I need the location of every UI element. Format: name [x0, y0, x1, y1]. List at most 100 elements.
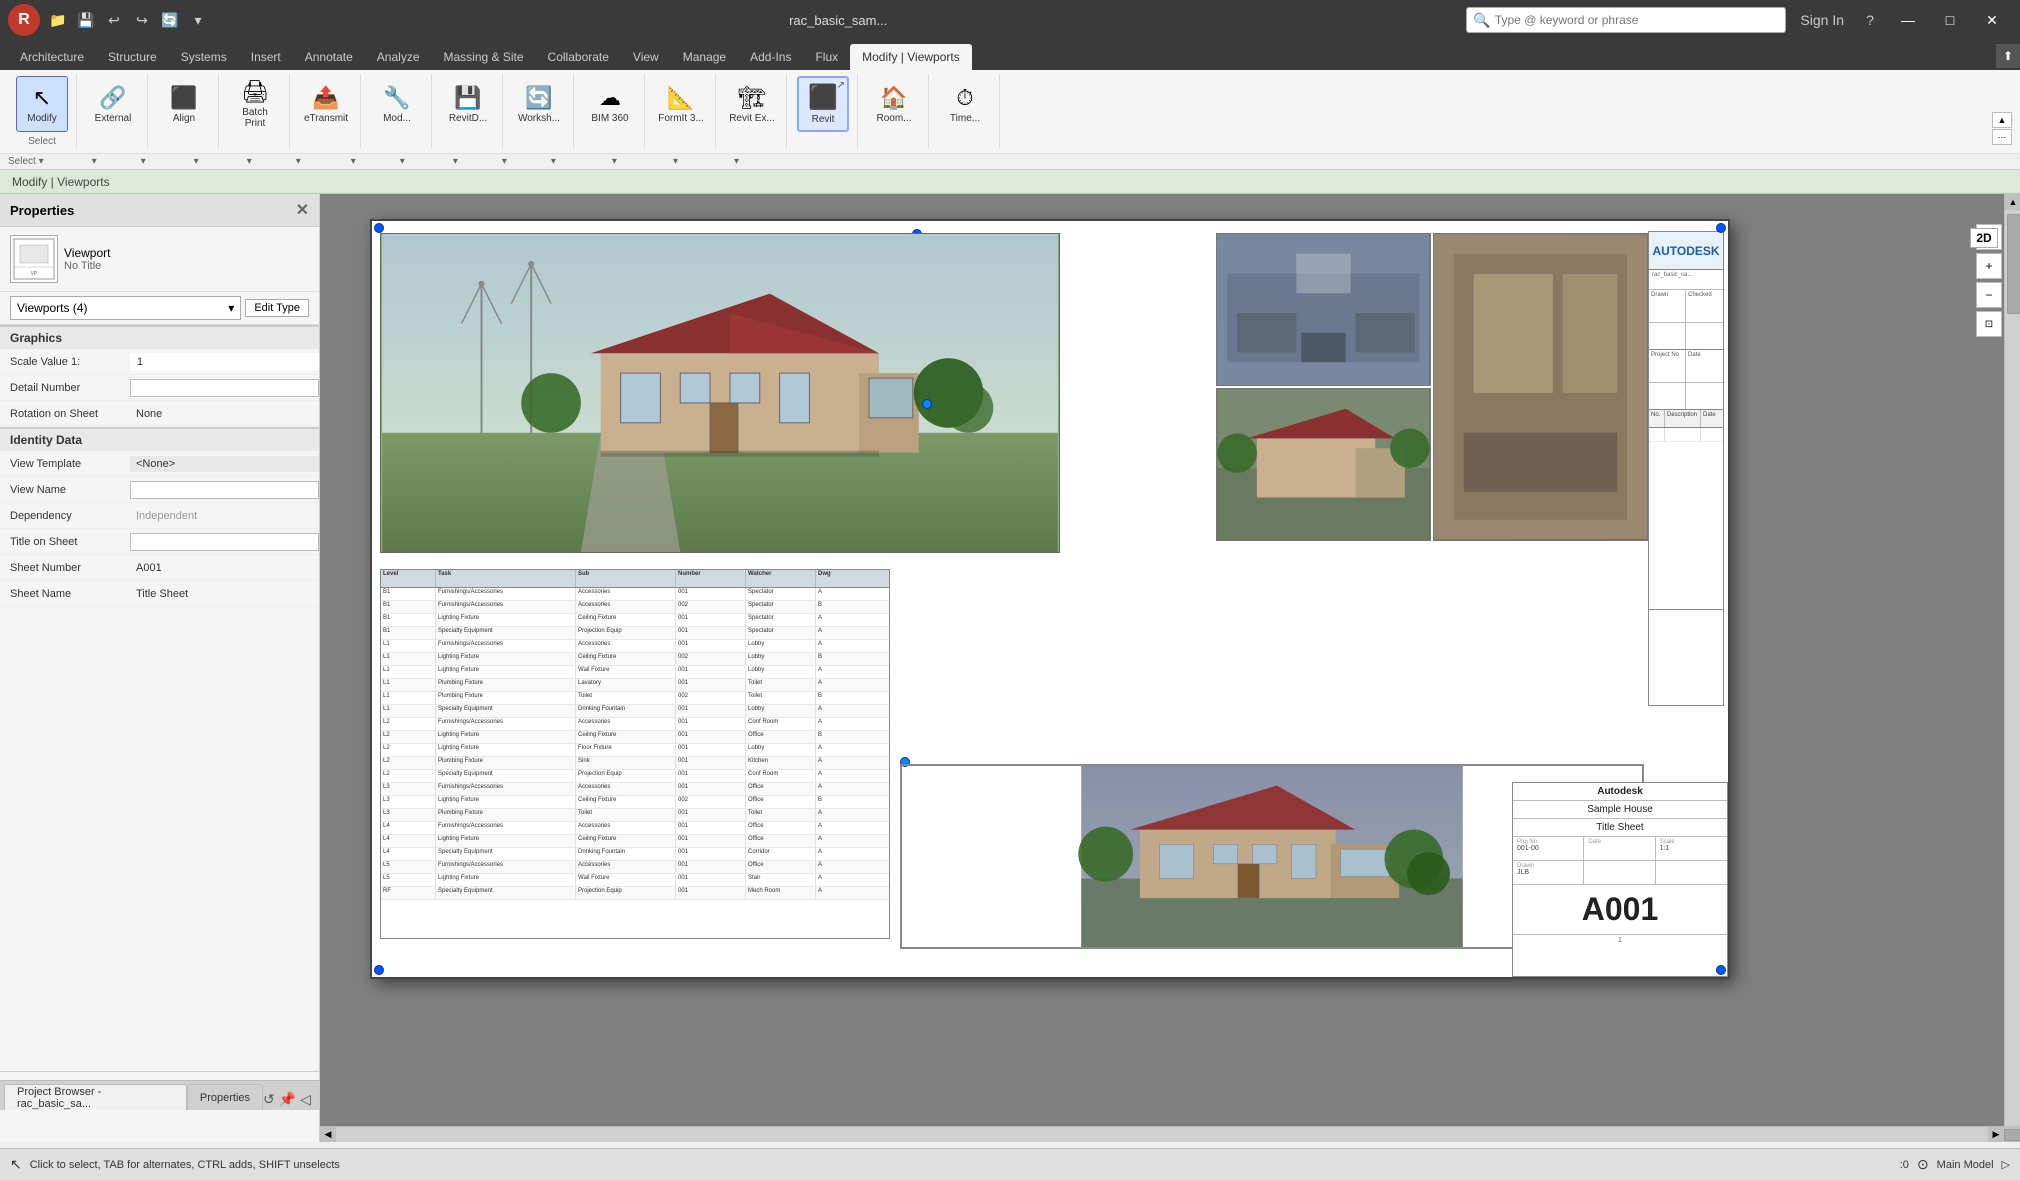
prop-value-view-name[interactable] — [130, 481, 319, 499]
zoom-out-btn[interactable]: − — [1976, 282, 2002, 308]
tab-structure[interactable]: Structure — [96, 44, 169, 70]
table-cell: 001 — [676, 666, 746, 678]
tab-properties-bottom[interactable]: Properties — [187, 1084, 263, 1110]
minimize-button[interactable]: — — [1888, 5, 1928, 35]
nav-arrow-right[interactable]: ▷ — [2002, 1158, 2010, 1171]
ribbon-btn-revitex[interactable]: 🏗 Revit Ex... — [726, 76, 778, 132]
qa-open[interactable]: 📁 — [46, 8, 70, 32]
scroll-left-btn[interactable]: ◀ — [320, 1127, 336, 1143]
zoom-in-btn[interactable]: + — [1976, 253, 2002, 279]
table-cell: Kitchen — [746, 757, 816, 769]
prop-value-detail-number[interactable] — [130, 379, 319, 397]
handle-bottom-right[interactable] — [1716, 965, 1726, 975]
scroll-up-btn[interactable]: ▲ — [2005, 194, 2020, 210]
tab-flux[interactable]: Flux — [803, 44, 850, 70]
table-cell: Furnishings/Accessories — [436, 588, 576, 600]
vertical-scrollbar-thumb[interactable] — [2007, 214, 2020, 314]
dd7[interactable]: ▾ — [400, 156, 405, 167]
scroll-right-btn[interactable]: ▶ — [1988, 1127, 2004, 1143]
ribbon-btn-external[interactable]: 🔗 External — [87, 76, 139, 132]
dd9[interactable]: ▾ — [502, 156, 507, 167]
prop-row-detail-number: Detail Number — [0, 375, 319, 401]
qa-sync[interactable]: 🔄 — [158, 8, 182, 32]
ribbon-btn-align[interactable]: ⬛ Align — [158, 76, 210, 132]
dd5[interactable]: ▾ — [296, 156, 301, 167]
ribbon-btn-modify[interactable]: ↖ Modify — [16, 76, 68, 132]
prop-value-view-template[interactable]: <None> — [130, 456, 319, 472]
search-input[interactable] — [1495, 13, 1735, 27]
tab-manage[interactable]: Manage — [671, 44, 738, 70]
zoom-fit-btn[interactable]: ⊡ — [1976, 311, 2002, 337]
ribbon-btn-time[interactable]: ⏱ Time... — [939, 76, 991, 132]
dd4[interactable]: ▾ — [247, 156, 252, 167]
tab-project-browser[interactable]: Project Browser - rac_basic_sa... — [4, 1084, 187, 1110]
handle-top-left[interactable] — [374, 223, 384, 233]
table-cell: Projection Equip — [576, 770, 676, 782]
qa-redo[interactable]: ↪ — [130, 8, 154, 32]
tab-collaborate[interactable]: Collaborate — [536, 44, 621, 70]
ribbon-options-btn[interactable]: ⋯ — [1992, 129, 2012, 145]
prop-value-scale[interactable]: 1 — [130, 353, 319, 371]
dd2[interactable]: ▾ — [141, 156, 146, 167]
pin-icon[interactable]: 📌 — [279, 1091, 296, 1108]
tab-analyze[interactable]: Analyze — [365, 44, 432, 70]
tab-massing[interactable]: Massing & Site — [432, 44, 536, 70]
table-cell: Spectator — [746, 614, 816, 626]
ribbon-btn-room[interactable]: 🏠 Room... — [868, 76, 920, 132]
handle-bottom-left[interactable] — [374, 965, 384, 975]
ribbon-expand-btn[interactable]: ⬆ — [1996, 44, 2020, 68]
ribbon-btn-mod[interactable]: 🔧 Mod... — [371, 76, 423, 132]
table-row: L4Specialty EquipmentDrinking Fountain00… — [381, 848, 889, 861]
tab-view[interactable]: View — [621, 44, 671, 70]
dd8[interactable]: ▾ — [453, 156, 458, 167]
qa-save[interactable]: 💾 — [74, 8, 98, 32]
ribbon-btn-etransmit[interactable]: 📤 eTransmit — [300, 76, 352, 132]
horizontal-scrollbar[interactable]: ◀ ▶ — [320, 1126, 2004, 1142]
selection-handle-mid[interactable] — [922, 399, 932, 409]
dd6[interactable]: ▾ — [351, 156, 356, 167]
horizontal-scrollbar-thumb[interactable] — [2004, 1129, 2020, 1141]
ribbon-btn-formit[interactable]: 📐 FormIt 3... — [655, 76, 707, 132]
mode-text: Modify | Viewports — [12, 175, 110, 189]
search-options-icon[interactable]: ⋯ — [1739, 13, 1751, 27]
sign-in-button[interactable]: Sign In — [1792, 8, 1852, 32]
dd11[interactable]: ▾ — [612, 156, 617, 167]
close-button[interactable]: ✕ — [1972, 5, 2012, 35]
tab-systems[interactable]: Systems — [169, 44, 239, 70]
ribbon-btn-bim360[interactable]: ☁ BIM 360 — [584, 76, 636, 132]
table-cell: 002 — [676, 601, 746, 613]
maximize-button[interactable]: □ — [1930, 5, 1970, 35]
tab-insert[interactable]: Insert — [239, 44, 293, 70]
tab-annotate[interactable]: Annotate — [293, 44, 365, 70]
table-row: B1Lighting FixtureCeiling Fixture001Spec… — [381, 614, 889, 627]
type-select-dropdown[interactable]: Viewports (4) ▾ — [10, 296, 241, 320]
tab-modify-viewports[interactable]: Modify | Viewports — [850, 44, 972, 70]
table-row: L2Lighting FixtureFloor Fixture001LobbyA — [381, 744, 889, 757]
refresh-icon[interactable]: ↺ — [263, 1091, 275, 1108]
nav-left-arrow[interactable]: ◁ — [300, 1091, 311, 1108]
canvas-area[interactable]: Autodesk® Revit® Basic Sample Project — [320, 194, 2020, 1142]
ribbon-btn-batch-print[interactable]: 🖨 Batch Print — [229, 76, 281, 132]
qa-undo[interactable]: ↩ — [102, 8, 126, 32]
prop-row-title-on-sheet: Title on Sheet — [0, 529, 319, 555]
select-dropdown-arrow[interactable]: Select ▾ — [8, 156, 44, 167]
qa-more[interactable]: ▾ — [186, 8, 210, 32]
edit-type-button[interactable]: Edit Type — [245, 299, 309, 317]
ribbon-btn-worksh[interactable]: 🔄 Worksh... — [513, 76, 565, 132]
help-button[interactable]: ? — [1858, 8, 1882, 32]
ribbon-btn-revitd[interactable]: 💾 RevitD... — [442, 76, 494, 132]
prop-value-title-on-sheet[interactable] — [130, 533, 319, 551]
ribbon-collapse-btn[interactable]: ▲ — [1992, 112, 2012, 128]
tab-architecture[interactable]: Architecture — [8, 44, 96, 70]
dd10[interactable]: ▾ — [551, 156, 556, 167]
tab-addins[interactable]: Add-Ins — [738, 44, 803, 70]
dd3[interactable]: ▾ — [194, 156, 199, 167]
handle-top-right[interactable] — [1716, 223, 1726, 233]
dd13[interactable]: ▾ — [734, 156, 739, 167]
ribbon-btn-revit[interactable]: ⬛ Revit ↗ — [797, 76, 849, 132]
dd1[interactable]: ▾ — [92, 156, 97, 167]
dd12[interactable]: ▾ — [673, 156, 678, 167]
properties-close-button[interactable]: ✕ — [296, 200, 309, 220]
table-cell: Accessories — [576, 601, 676, 613]
vertical-scrollbar[interactable]: ▲ ▼ — [2004, 194, 2020, 1142]
